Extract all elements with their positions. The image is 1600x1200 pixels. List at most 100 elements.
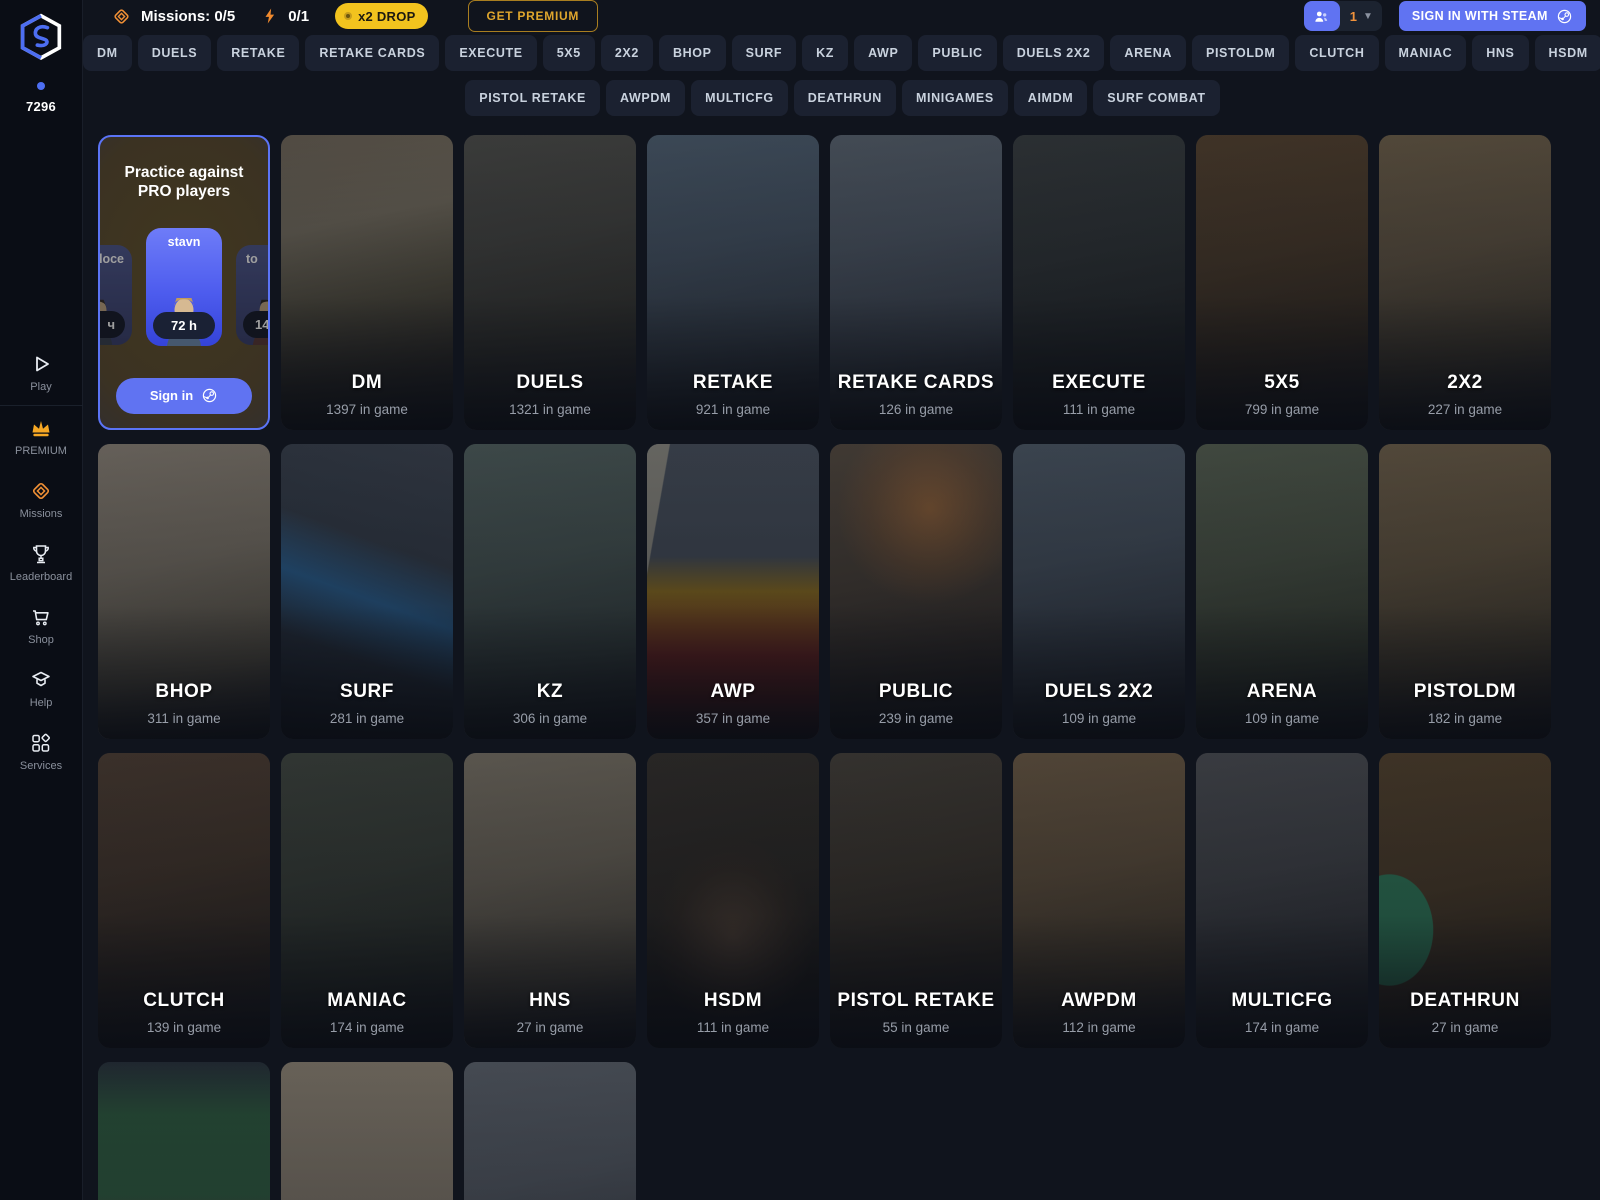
game-mode-title: AWP <box>647 681 819 703</box>
game-mode-card[interactable]: DM 1397 in game <box>281 135 453 430</box>
mode-tab[interactable]: RETAKE <box>217 35 299 71</box>
game-mode-title: BHOP <box>98 681 270 703</box>
chevron-down-icon: ▼ <box>1363 11 1373 22</box>
game-mode-title: RETAKE <box>647 372 819 394</box>
mode-tab[interactable]: DUELS 2X2 <box>1003 35 1105 71</box>
game-mode-card[interactable]: 2X2 227 in game <box>1379 135 1551 430</box>
game-mode-card[interactable] <box>464 1062 636 1200</box>
game-mode-player-count: 27 in game <box>464 1020 636 1035</box>
game-mode-card[interactable]: PISTOLDM 182 in game <box>1379 444 1551 739</box>
game-mode-card[interactable]: MULTICFG 174 in game <box>1196 753 1368 1048</box>
game-mode-card[interactable]: HSDM 111 in game <box>647 753 819 1048</box>
game-mode-title: 2X2 <box>1379 372 1551 394</box>
mode-tab[interactable]: PISTOLDM <box>1192 35 1289 71</box>
game-mode-player-count: 1397 in game <box>281 402 453 417</box>
game-mode-card[interactable]: RETAKE 921 in game <box>647 135 819 430</box>
hours-badge: ч <box>98 311 125 338</box>
game-mode-title: DEATHRUN <box>1379 990 1551 1012</box>
party-size-selector[interactable]: 1 ▼ <box>1304 1 1382 31</box>
mode-tab[interactable]: DEATHRUN <box>794 80 896 116</box>
sidebar-item-play[interactable]: Play <box>0 342 82 405</box>
mode-tab[interactable]: PISTOL RETAKE <box>465 80 600 116</box>
game-mode-card[interactable]: PISTOL RETAKE 55 in game <box>830 753 1002 1048</box>
get-premium-button[interactable]: GET PREMIUM <box>468 0 599 32</box>
mode-tab[interactable]: MULTICFG <box>691 80 788 116</box>
game-mode-card[interactable]: HNS 27 in game <box>464 753 636 1048</box>
mode-tab[interactable]: BHOP <box>659 35 726 71</box>
game-mode-card[interactable]: EXECUTE 111 in game <box>1013 135 1185 430</box>
mode-tab[interactable]: MANIAC <box>1385 35 1467 71</box>
game-mode-title: PISTOLDM <box>1379 681 1551 703</box>
game-mode-player-count: 311 in game <box>98 711 270 726</box>
x2-drop-badge[interactable]: x2 DROP <box>335 3 427 29</box>
game-mode-card[interactable]: KZ 306 in game <box>464 444 636 739</box>
game-mode-card[interactable]: RETAKE CARDS 126 in game <box>830 135 1002 430</box>
brand-logo[interactable] <box>19 13 63 61</box>
game-mode-card[interactable]: DUELS 2X2 109 in game <box>1013 444 1185 739</box>
sign-in-steam-button[interactable]: SIGN IN WITH STEAM <box>1399 1 1586 31</box>
mode-tab[interactable]: ARENA <box>1110 35 1186 71</box>
game-mode-player-count: 306 in game <box>464 711 636 726</box>
mode-tab[interactable]: EXECUTE <box>445 35 536 71</box>
game-mode-card[interactable]: PUBLIC 239 in game <box>830 444 1002 739</box>
game-mode-player-count: 239 in game <box>830 711 1002 726</box>
game-mode-card[interactable] <box>98 1062 270 1200</box>
game-mode-card[interactable]: AWP 357 in game <box>647 444 819 739</box>
lightning-icon <box>261 7 279 25</box>
game-mode-player-count: 1321 in game <box>464 402 636 417</box>
game-mode-player-count: 112 in game <box>1013 1020 1185 1035</box>
topbar: Missions: 0/5 0/1 x2 DROP GET PREMIUM 1 … <box>83 0 1600 32</box>
game-mode-card[interactable]: CLUTCH 139 in game <box>98 753 270 1048</box>
game-mode-player-count: 109 in game <box>1196 711 1368 726</box>
promo-sign-in-button[interactable]: Sign in <box>116 378 252 414</box>
sidebar-item-services[interactable]: Services <box>0 721 82 784</box>
hours-badge: 14 <box>243 311 270 338</box>
mode-tab[interactable]: 2X2 <box>601 35 653 71</box>
sidebar: 7296 Play PREMIUM Missions Leaderboard <box>0 0 83 1200</box>
mode-tab[interactable]: SURF <box>732 35 797 71</box>
mode-tab[interactable]: DUELS <box>138 35 212 71</box>
missions-diamond-icon <box>29 479 53 503</box>
mode-tab[interactable]: AIMDM <box>1014 80 1087 116</box>
sidebar-item-missions[interactable]: Missions <box>0 469 82 532</box>
cart-icon <box>29 605 53 629</box>
game-mode-player-count: 109 in game <box>1013 711 1185 726</box>
mode-tab[interactable]: DM <box>83 35 132 71</box>
mode-tab[interactable]: HNS <box>1472 35 1528 71</box>
sidebar-item-premium[interactable]: PREMIUM <box>0 406 82 469</box>
game-mode-card[interactable]: DEATHRUN 27 in game <box>1379 753 1551 1048</box>
game-mode-player-count: 111 in game <box>1013 402 1185 417</box>
trophy-icon <box>29 542 53 566</box>
game-mode-card[interactable]: DUELS 1321 in game <box>464 135 636 430</box>
game-mode-player-count: 799 in game <box>1196 402 1368 417</box>
game-mode-card[interactable]: MANIAC 174 in game <box>281 753 453 1048</box>
game-mode-card[interactable]: 5X5 799 in game <box>1196 135 1368 430</box>
crown-icon <box>29 416 53 440</box>
pro-players-promo-card[interactable]: Practice against PRO players doce ч stav… <box>98 135 270 430</box>
mode-tab[interactable]: PUBLIC <box>918 35 996 71</box>
people-icon <box>1312 7 1331 26</box>
mode-tab[interactable]: MINIGAMES <box>902 80 1008 116</box>
game-mode-card[interactable]: ARENA 109 in game <box>1196 444 1368 739</box>
sidebar-item-help[interactable]: Help <box>0 658 82 721</box>
game-mode-title: HSDM <box>647 990 819 1012</box>
missions-diamond-icon <box>111 6 132 27</box>
bonus-progress-chip[interactable]: 0/1 <box>261 7 309 25</box>
mode-tab[interactable]: SURF COMBAT <box>1093 80 1219 116</box>
mode-tab[interactable]: HSDM <box>1535 35 1600 71</box>
party-count: 1 <box>1350 9 1357 24</box>
sidebar-item-leaderboard[interactable]: Leaderboard <box>0 532 82 595</box>
mode-tab[interactable]: CLUTCH <box>1295 35 1378 71</box>
mode-tab[interactable]: KZ <box>802 35 848 71</box>
sidebar-item-shop[interactable]: Shop <box>0 595 82 658</box>
help-box-icon <box>29 668 53 692</box>
game-mode-card[interactable]: BHOP 311 in game <box>98 444 270 739</box>
mode-tab[interactable]: RETAKE CARDS <box>305 35 439 71</box>
mode-tab[interactable]: AWP <box>854 35 912 71</box>
game-mode-card[interactable]: AWPDM 112 in game <box>1013 753 1185 1048</box>
mode-tab[interactable]: AWPDM <box>606 80 685 116</box>
game-mode-card[interactable] <box>281 1062 453 1200</box>
game-mode-card[interactable]: SURF 281 in game <box>281 444 453 739</box>
mode-tab[interactable]: 5X5 <box>543 35 595 71</box>
missions-progress-chip[interactable]: Missions: 0/5 <box>111 6 235 27</box>
